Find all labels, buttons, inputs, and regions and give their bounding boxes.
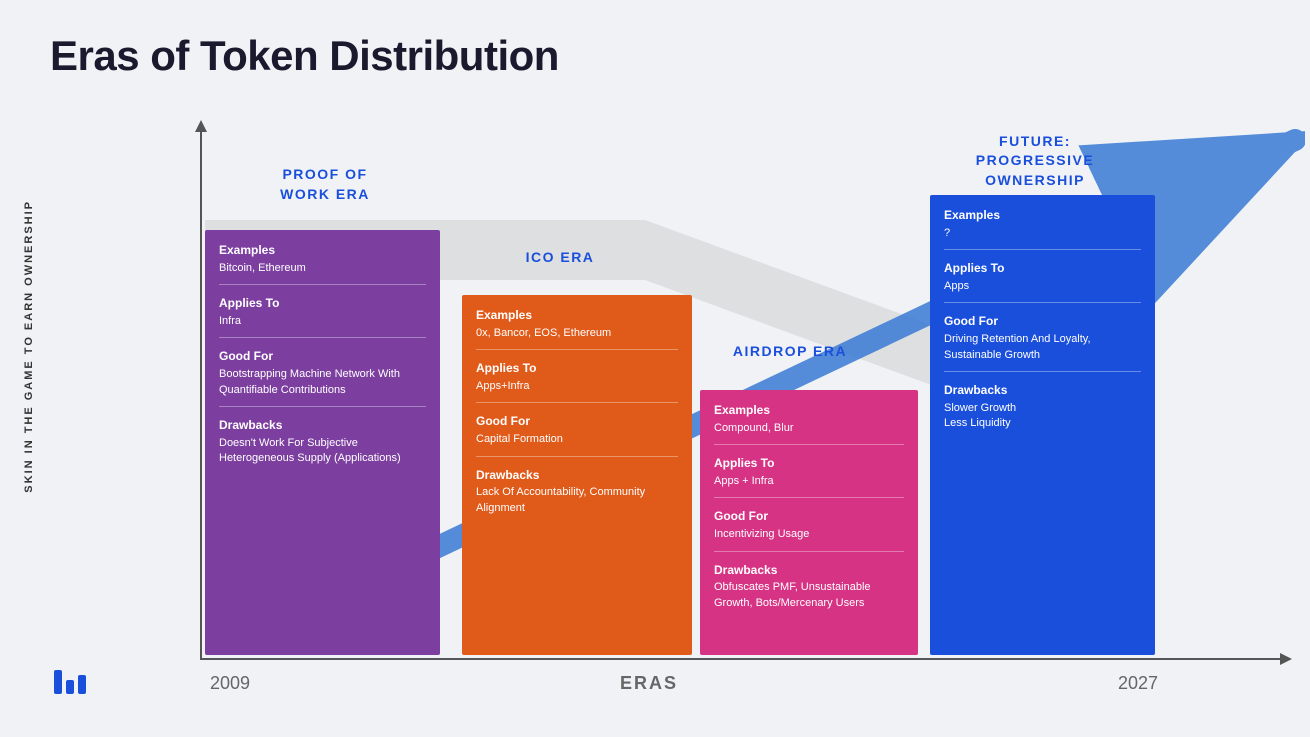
pow-examples-value: Bitcoin, Ethereum: [219, 261, 426, 276]
era-title-pow: PROOF OF WORK ERA: [220, 165, 430, 204]
ico-good-value: Capital Formation: [476, 432, 678, 447]
ico-examples-label: Examples: [476, 307, 678, 324]
ico-drawbacks-label: Drawbacks: [476, 467, 678, 484]
main-title: Eras of Token Distribution: [50, 32, 559, 80]
future-good-label: Good For: [944, 313, 1141, 330]
x-label-end: 2027: [1118, 673, 1158, 694]
era-title-future: FUTURE: PROGRESSIVE OWNERSHIP: [925, 112, 1145, 190]
x-label-start: 2009: [210, 673, 250, 694]
airdrop-applies-value: Apps + Infra: [714, 474, 904, 489]
era-airdrop-box: Examples Compound, Blur Applies To Apps …: [700, 390, 918, 655]
pow-applies-label: Applies To: [219, 295, 426, 312]
pow-good-value: Bootstrapping Machine Network With Quant…: [219, 367, 426, 398]
era-future-box: Examples ? Applies To Apps Good For Driv…: [930, 195, 1155, 655]
pow-drawbacks-label: Drawbacks: [219, 417, 426, 434]
ico-applies-value: Apps+Infra: [476, 379, 678, 394]
x-axis: [200, 658, 1280, 660]
airdrop-examples-label: Examples: [714, 402, 904, 419]
future-examples-value: ?: [944, 226, 1141, 241]
ico-applies-label: Applies To: [476, 360, 678, 377]
airdrop-good-value: Incentivizing Usage: [714, 527, 904, 542]
airdrop-drawbacks-value: Obfuscates PMF, Unsustainable Growth, Bo…: [714, 580, 904, 611]
pow-applies-value: Infra: [219, 314, 426, 329]
x-label-eras: ERAS: [620, 673, 678, 694]
future-drawbacks-value: Slower Growth Less Liquidity: [944, 401, 1141, 432]
era-title-ico: ICO ERA: [470, 248, 650, 268]
future-drawbacks-label: Drawbacks: [944, 382, 1141, 399]
era-pow-box: Examples Bitcoin, Ethereum Applies To In…: [205, 230, 440, 655]
era-title-airdrop: AIRDROP ERA: [690, 342, 890, 362]
airdrop-drawbacks-label: Drawbacks: [714, 562, 904, 579]
ico-drawbacks-value: Lack Of Accountability, Community Alignm…: [476, 485, 678, 516]
ico-examples-value: 0x, Bancor, EOS, Ethereum: [476, 326, 678, 341]
y-axis-label: SKIN IN THE GAME TO EARN OWNERSHIP: [22, 200, 36, 493]
airdrop-good-label: Good For: [714, 508, 904, 525]
logo: [50, 662, 90, 702]
pow-examples-label: Examples: [219, 242, 426, 259]
future-good-value: Driving Retention And Loyalty, Sustainab…: [944, 332, 1141, 363]
era-ico-box: Examples 0x, Bancor, EOS, Ethereum Appli…: [462, 295, 692, 655]
future-applies-value: Apps: [944, 279, 1141, 294]
pow-good-label: Good For: [219, 348, 426, 365]
airdrop-applies-label: Applies To: [714, 455, 904, 472]
ico-good-label: Good For: [476, 413, 678, 430]
y-axis: [200, 130, 202, 660]
future-examples-label: Examples: [944, 207, 1141, 224]
future-applies-label: Applies To: [944, 260, 1141, 277]
pow-drawbacks-value: Doesn't Work For Subjective Heterogeneou…: [219, 436, 426, 467]
airdrop-examples-value: Compound, Blur: [714, 421, 904, 436]
